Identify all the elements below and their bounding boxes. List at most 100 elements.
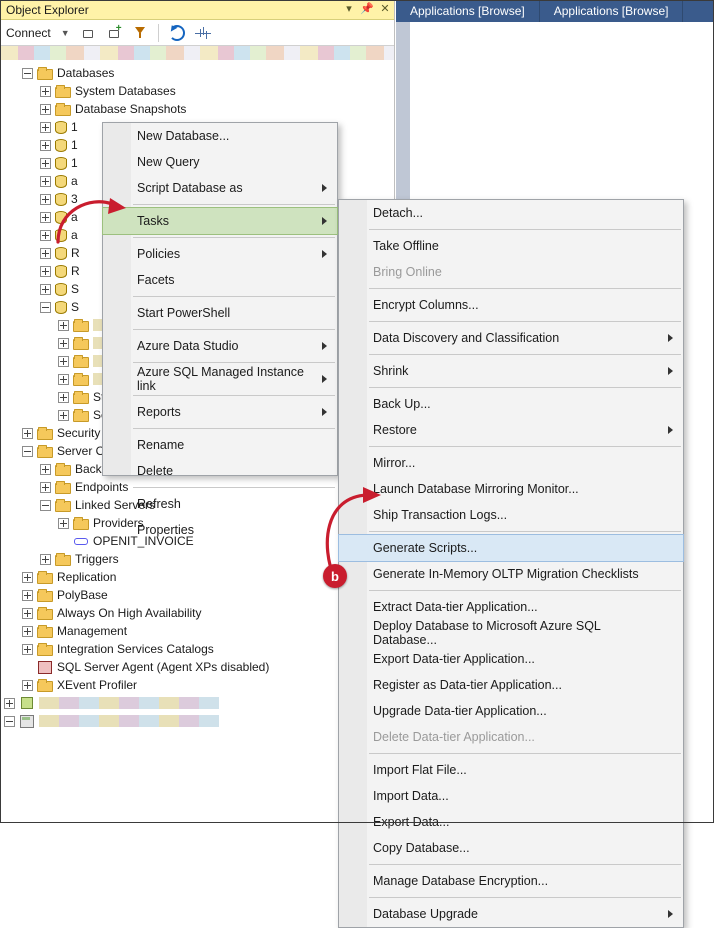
tree-row[interactable]: PolyBase: [4, 586, 394, 604]
menu-item[interactable]: Data Discovery and Classification: [339, 325, 683, 351]
expand-icon[interactable]: [58, 356, 69, 367]
expand-icon[interactable]: [40, 554, 51, 565]
expand-icon[interactable]: [40, 158, 51, 169]
tree-row[interactable]: [4, 712, 394, 730]
collapse-icon[interactable]: [40, 500, 51, 511]
menu-item[interactable]: Generate In-Memory OLTP Migration Checkl…: [339, 561, 683, 587]
collapse-icon[interactable]: [40, 302, 51, 313]
menu-item[interactable]: Azure SQL Managed Instance link: [103, 366, 337, 392]
tree-row[interactable]: [4, 694, 394, 712]
expand-icon[interactable]: [40, 248, 51, 259]
tree-row[interactable]: Database Snapshots: [4, 100, 394, 118]
expand-icon[interactable]: [40, 176, 51, 187]
document-tab[interactable]: Applications [Browse]: [396, 0, 540, 22]
expand-icon[interactable]: [40, 212, 51, 223]
expand-icon[interactable]: [58, 338, 69, 349]
menu-item[interactable]: Refresh: [103, 491, 337, 517]
menu-item[interactable]: Facets: [103, 267, 337, 293]
menu-item[interactable]: Tasks: [103, 208, 337, 234]
menu-item[interactable]: Register as Data-tier Application...: [339, 672, 683, 698]
expand-icon[interactable]: [40, 194, 51, 205]
tree-row[interactable]: Databases: [4, 64, 394, 82]
menu-item[interactable]: Start PowerShell: [103, 300, 337, 326]
menu-item[interactable]: Upgrade Data-tier Application...: [339, 698, 683, 724]
expand-icon[interactable]: [22, 644, 33, 655]
tree-row[interactable]: Always On High Availability: [4, 604, 394, 622]
menu-item[interactable]: Mirror...: [339, 450, 683, 476]
menu-item[interactable]: Back Up...: [339, 391, 683, 417]
expand-icon[interactable]: [40, 266, 51, 277]
expand-icon[interactable]: [22, 572, 33, 583]
document-tab[interactable]: Applications [Browse]: [540, 0, 684, 22]
menu-item[interactable]: Take Offline: [339, 233, 683, 259]
menu-item[interactable]: Copy Database...: [339, 835, 683, 861]
tree-row[interactable]: System Databases: [4, 82, 394, 100]
menu-item[interactable]: Shrink: [339, 358, 683, 384]
filter-icon[interactable]: [132, 25, 148, 41]
menu-item[interactable]: Rename: [103, 432, 337, 458]
expand-icon[interactable]: [22, 680, 33, 691]
menu-item[interactable]: Detach...: [339, 200, 683, 226]
tree-row[interactable]: SQL Server Agent (Agent XPs disabled): [4, 658, 394, 676]
collapse-icon[interactable]: [4, 716, 15, 727]
expand-icon[interactable]: [22, 608, 33, 619]
expand-icon[interactable]: [22, 428, 33, 439]
expand-icon[interactable]: [22, 590, 33, 601]
expand-icon[interactable]: [58, 374, 69, 385]
menu-item[interactable]: Script Database as: [103, 175, 337, 201]
menu-item[interactable]: Import Data...: [339, 783, 683, 809]
activity-monitor-icon[interactable]: [195, 25, 211, 41]
tree-label: Replication: [57, 568, 122, 586]
expand-icon[interactable]: [40, 482, 51, 493]
pin-icon[interactable]: 📌: [358, 1, 376, 19]
expand-icon[interactable]: [58, 410, 69, 421]
tree-row[interactable]: Replication: [4, 568, 394, 586]
expand-icon[interactable]: [40, 284, 51, 295]
menu-item[interactable]: Policies: [103, 241, 337, 267]
disconnect-icon[interactable]: [80, 25, 96, 41]
menu-item[interactable]: Manage Database Encryption...: [339, 868, 683, 894]
menu-item[interactable]: Database Upgrade: [339, 901, 683, 927]
tasks-submenu[interactable]: Detach...Take OfflineBring OnlineEncrypt…: [338, 199, 684, 928]
refresh-icon[interactable]: [169, 25, 185, 41]
menu-item[interactable]: Generate Scripts...: [339, 535, 683, 561]
tree-row[interactable]: Management: [4, 622, 394, 640]
connect-dropdown-icon[interactable]: ▼: [61, 28, 70, 38]
expand-icon[interactable]: [4, 698, 15, 709]
connect-button[interactable]: Connect: [6, 26, 51, 40]
expand-icon[interactable]: [40, 464, 51, 475]
menu-item[interactable]: Ship Transaction Logs...: [339, 502, 683, 528]
new-connection-icon[interactable]: [106, 25, 122, 41]
dropdown-icon[interactable]: ▾: [340, 1, 358, 19]
menu-item[interactable]: Properties: [103, 517, 337, 543]
menu-item[interactable]: Restore: [339, 417, 683, 443]
tree-row[interactable]: XEvent Profiler: [4, 676, 394, 694]
menu-item[interactable]: Reports: [103, 399, 337, 425]
menu-item[interactable]: Extract Data-tier Application...: [339, 594, 683, 620]
expand-icon[interactable]: [40, 104, 51, 115]
menu-item[interactable]: Deploy Database to Microsoft Azure SQL D…: [339, 620, 683, 646]
collapse-icon[interactable]: [22, 68, 33, 79]
expand-icon[interactable]: [40, 86, 51, 97]
close-icon[interactable]: ✕: [376, 1, 394, 19]
tree-row[interactable]: Triggers: [4, 550, 394, 568]
menu-item[interactable]: New Query: [103, 149, 337, 175]
expand-icon[interactable]: [40, 230, 51, 241]
menu-item[interactable]: Azure Data Studio: [103, 333, 337, 359]
menu-item[interactable]: Launch Database Mirroring Monitor...: [339, 476, 683, 502]
menu-item[interactable]: New Database...: [103, 123, 337, 149]
expand-icon[interactable]: [58, 320, 69, 331]
expand-icon[interactable]: [40, 122, 51, 133]
menu-item[interactable]: Export Data...: [339, 809, 683, 835]
menu-item[interactable]: Encrypt Columns...: [339, 292, 683, 318]
menu-item[interactable]: Import Flat File...: [339, 757, 683, 783]
menu-item[interactable]: Export Data-tier Application...: [339, 646, 683, 672]
expand-icon[interactable]: [40, 140, 51, 151]
menu-item[interactable]: Delete: [103, 458, 337, 484]
expand-icon[interactable]: [58, 392, 69, 403]
collapse-icon[interactable]: [22, 446, 33, 457]
expand-icon[interactable]: [58, 518, 69, 529]
expand-icon[interactable]: [22, 626, 33, 637]
tree-row[interactable]: Integration Services Catalogs: [4, 640, 394, 658]
database-context-menu[interactable]: New Database...New QueryScript Database …: [102, 122, 338, 476]
